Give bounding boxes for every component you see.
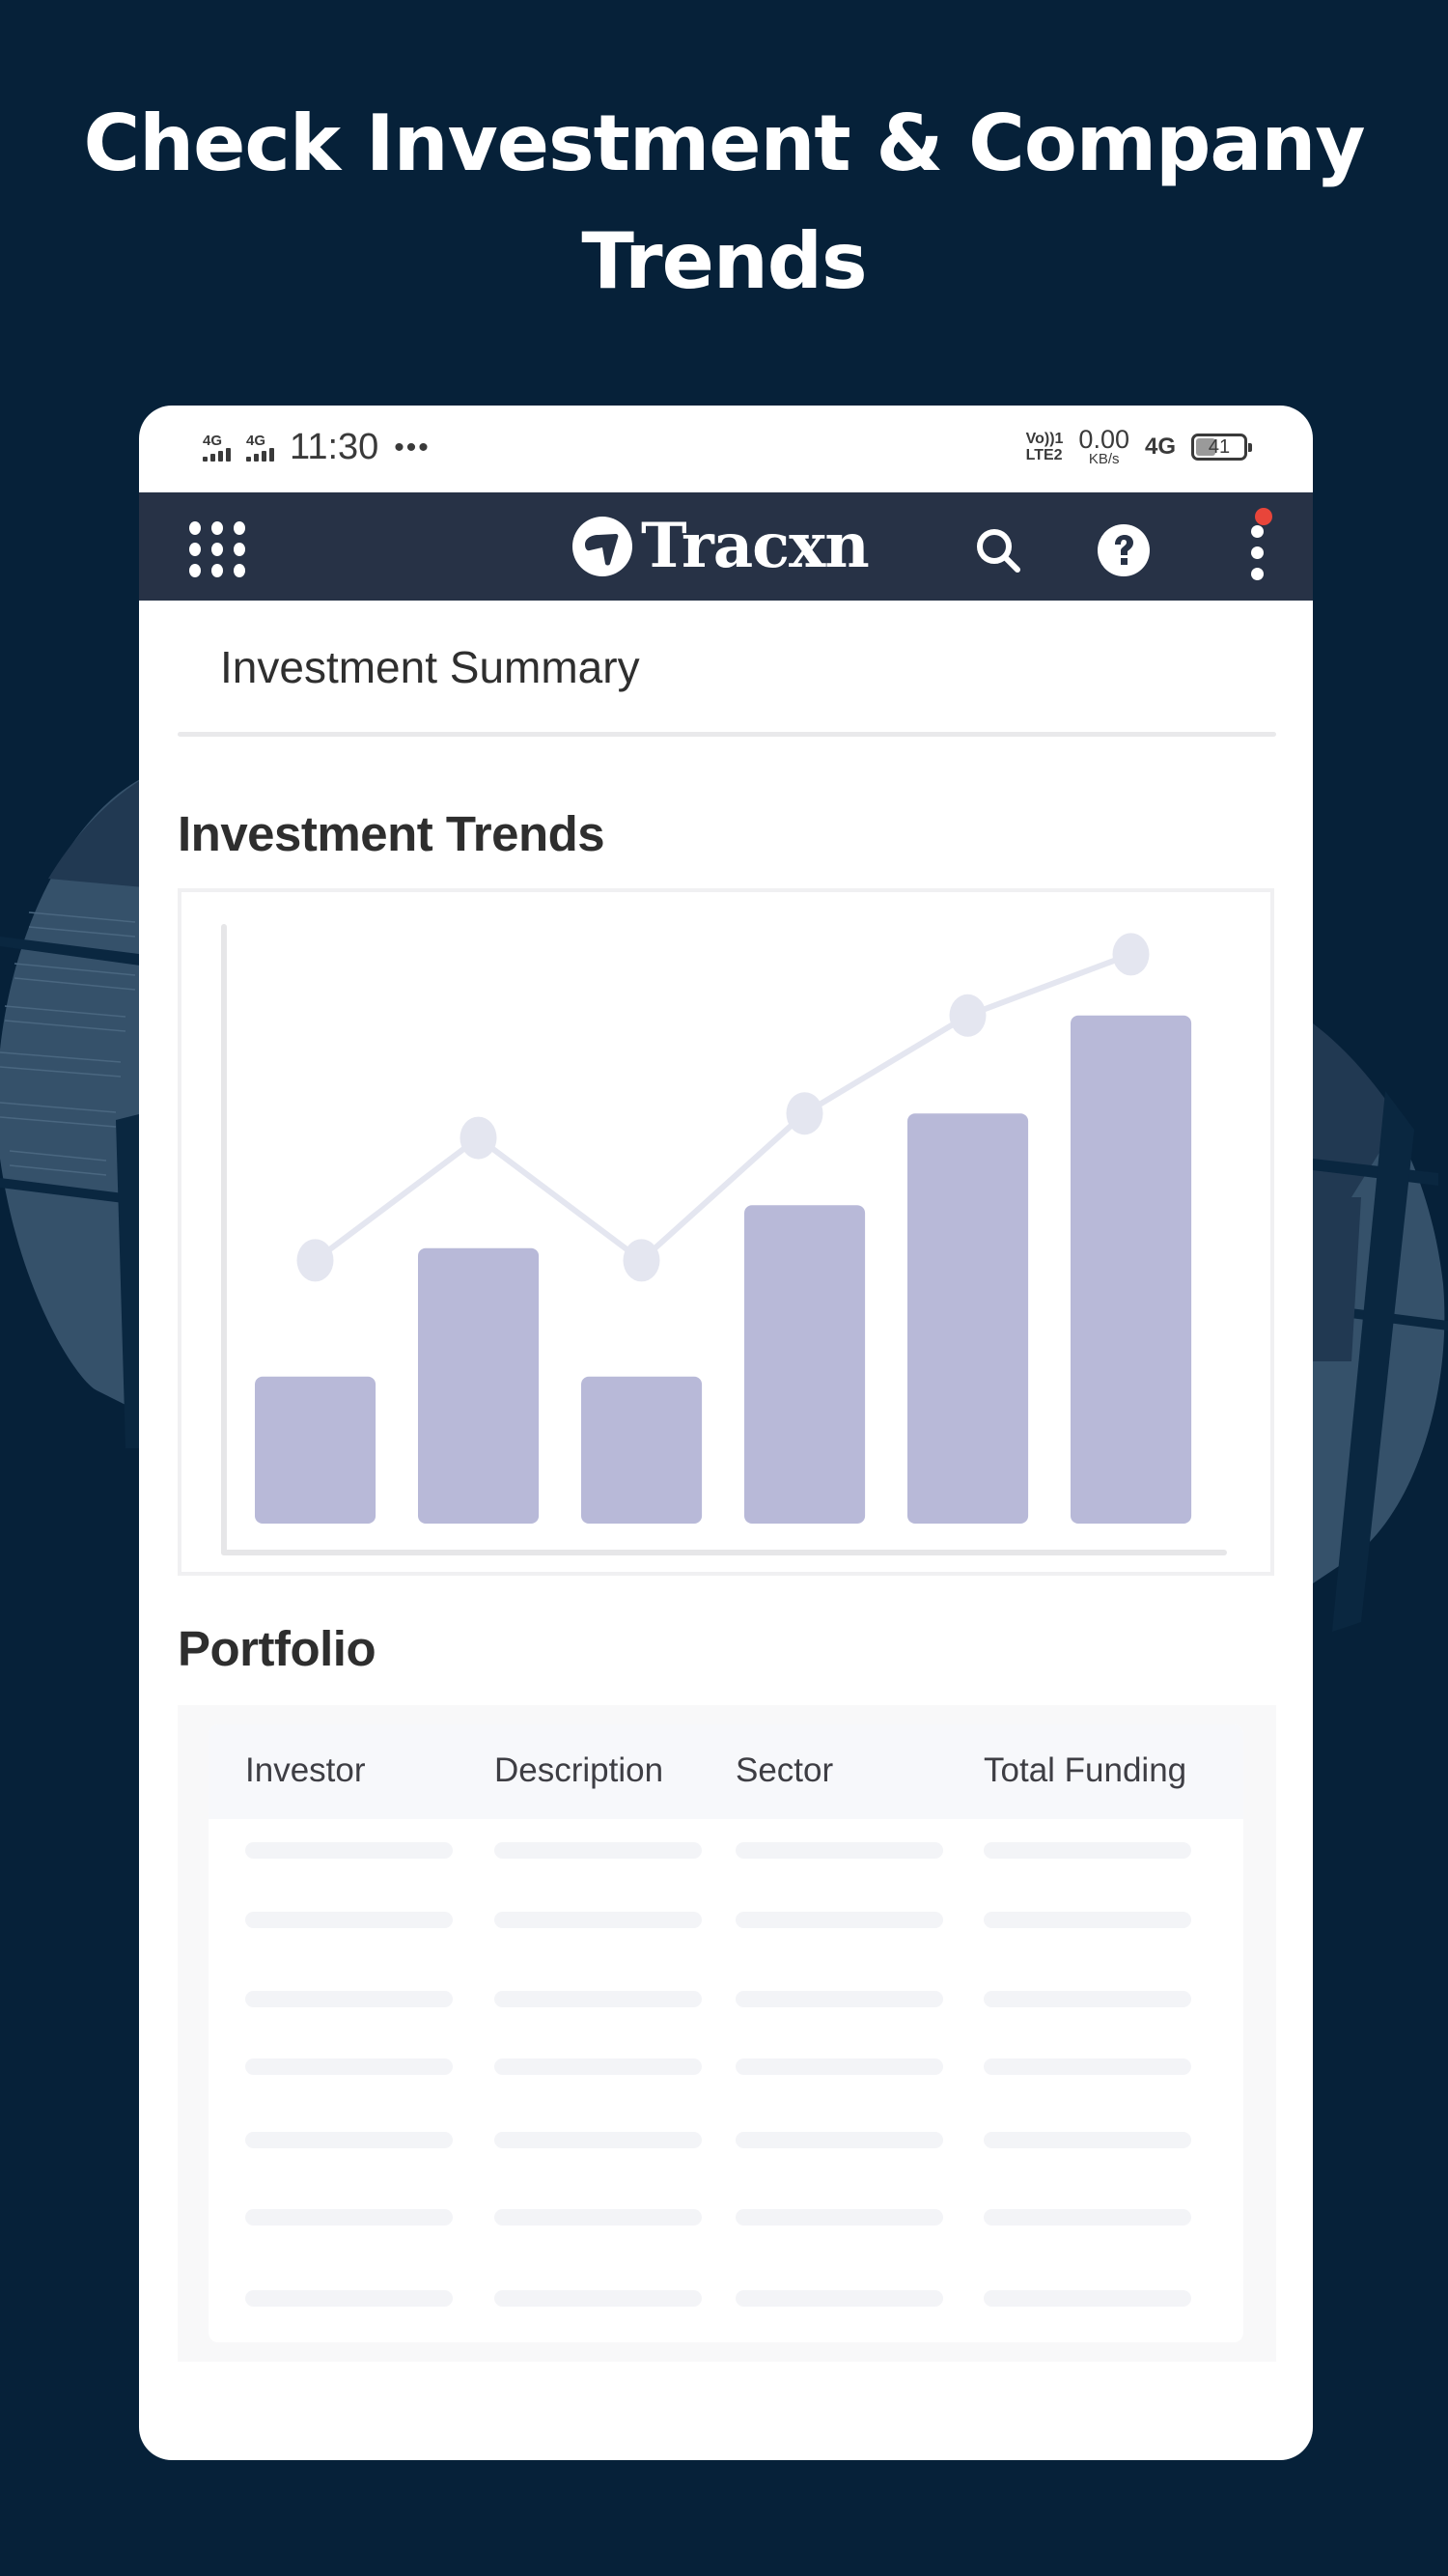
battery-icon: 41	[1191, 433, 1252, 461]
background-globe-right	[1313, 1023, 1448, 1632]
notification-badge	[1255, 508, 1272, 525]
tracxn-logo[interactable]: Tracxn	[571, 510, 870, 583]
logo-text: Tracxn	[641, 510, 870, 582]
skeleton-cell	[984, 1912, 1191, 1928]
skeleton-cell	[984, 2058, 1191, 2075]
chart-point-5	[949, 994, 987, 1037]
skeleton-cell	[494, 2132, 702, 2148]
column-header-description[interactable]: Description	[494, 1751, 663, 1790]
skeleton-cell	[245, 1912, 453, 1928]
chart-point-1	[296, 1239, 334, 1282]
chart-bar-6	[1071, 1015, 1192, 1524]
skeleton-cell	[494, 2209, 702, 2226]
investment-summary-title[interactable]: Investment Summary	[220, 641, 640, 693]
skeleton-cell	[984, 2209, 1191, 2226]
skeleton-cell	[494, 1842, 702, 1859]
table-header: Investor Description Sector Total Fundin…	[209, 1724, 1243, 1819]
divider	[178, 732, 1276, 737]
chart-point-4	[786, 1092, 823, 1135]
grid-menu-icon[interactable]	[189, 521, 251, 579]
headline-line-1: Check Investment & Company	[83, 98, 1365, 188]
portfolio-title: Portfolio	[178, 1621, 376, 1676]
app-bar: Tracxn	[139, 492, 1313, 601]
chart-point-6	[1112, 933, 1150, 976]
volte-indicator: Vo))1 LTE2	[1025, 430, 1064, 463]
mobile-data-icon: 4G	[1144, 433, 1176, 460]
chart-point-3	[623, 1239, 660, 1282]
skeleton-cell	[736, 1912, 943, 1928]
skeleton-cell	[494, 2058, 702, 2075]
skeleton-cell	[736, 1842, 943, 1859]
skeleton-cell	[736, 2058, 943, 2075]
status-time: 11:30	[290, 427, 379, 467]
help-icon[interactable]	[1095, 521, 1153, 579]
skeleton-cell	[736, 1991, 943, 2007]
headline-line-2: Trends	[581, 216, 867, 306]
portfolio-table: Investor Description Sector Total Fundin…	[209, 1724, 1243, 2342]
sim1-signal-icon: 4G	[203, 434, 231, 462]
skeleton-cell	[245, 2132, 453, 2148]
skeleton-cell	[736, 2209, 943, 2226]
background-globe-left	[0, 772, 154, 1448]
search-icon[interactable]	[969, 521, 1027, 579]
headline: Check Investment & Company Trends	[0, 85, 1448, 321]
column-header-investor[interactable]: Investor	[245, 1751, 366, 1790]
chart-bar-3	[581, 1376, 703, 1524]
chart-bar-2	[418, 1247, 540, 1524]
skeleton-cell	[984, 2132, 1191, 2148]
investment-trends-chart	[178, 888, 1274, 1576]
phone-screen: 4G 4G 11:30 ••• Vo))1 LTE2 0.00 KB/s 4G …	[139, 406, 1313, 2460]
chart-point-2	[459, 1116, 497, 1160]
chart-bar-4	[744, 1205, 866, 1524]
investment-trends-title: Investment Trends	[178, 806, 605, 861]
status-overflow-icon: •••	[394, 431, 431, 463]
skeleton-cell	[245, 1991, 453, 2007]
skeleton-cell	[984, 1991, 1191, 2007]
skeleton-cell	[245, 2058, 453, 2075]
skeleton-cell	[494, 2290, 702, 2307]
skeleton-cell	[984, 1842, 1191, 1859]
skeleton-cell	[736, 2290, 943, 2307]
tracxn-logo-icon	[572, 517, 632, 576]
column-header-total-funding[interactable]: Total Funding	[984, 1751, 1186, 1790]
more-vertical-icon[interactable]	[1230, 521, 1288, 589]
sim2-signal-icon: 4G	[246, 434, 274, 462]
skeleton-cell	[736, 2132, 943, 2148]
chart-bar-5	[907, 1113, 1029, 1524]
chart-bar-1	[255, 1376, 376, 1524]
skeleton-cell	[494, 1912, 702, 1928]
portfolio-table-container: Investor Description Sector Total Fundin…	[178, 1705, 1276, 2362]
skeleton-cell	[245, 2290, 453, 2307]
skeleton-cell	[245, 2209, 453, 2226]
skeleton-cell	[245, 1842, 453, 1859]
chart-canvas	[221, 924, 1227, 1555]
status-bar: 4G 4G 11:30 ••• Vo))1 LTE2 0.00 KB/s 4G …	[139, 406, 1313, 492]
skeleton-cell	[494, 1991, 702, 2007]
data-speed: 0.00 KB/s	[1078, 425, 1129, 467]
skeleton-cell	[984, 2290, 1191, 2307]
column-header-sector[interactable]: Sector	[736, 1751, 833, 1790]
